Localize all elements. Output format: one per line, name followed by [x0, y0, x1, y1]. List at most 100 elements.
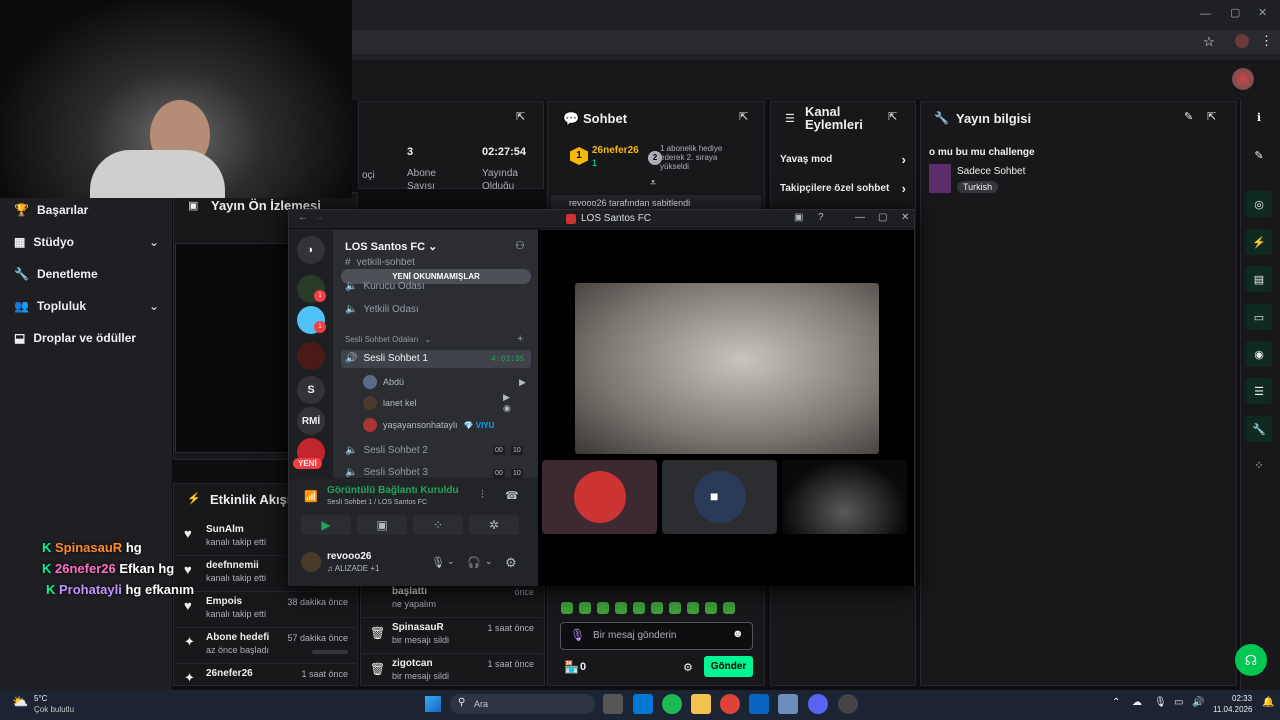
- chrome-icon[interactable]: [720, 694, 740, 714]
- store-icon[interactable]: 🏪: [564, 660, 579, 674]
- microphone-icon[interactable]: 🎙: [431, 556, 445, 569]
- user-avatar[interactable]: [1232, 68, 1254, 90]
- chevron-down-icon[interactable]: ⌄: [447, 556, 455, 567]
- clock-time[interactable]: 02:33: [1232, 694, 1252, 703]
- server-icon[interactable]: RMİ: [297, 407, 325, 435]
- voice-user[interactable]: Abdü ▶: [363, 375, 526, 389]
- help-icon[interactable]: ?: [818, 212, 824, 223]
- current-user-name[interactable]: revooo26: [327, 551, 371, 562]
- modlog-item[interactable]: 🗑 SpinasauR bir mesajı sildi 1 saat önce: [362, 618, 542, 654]
- video-tile[interactable]: [542, 460, 657, 534]
- emote-icon[interactable]: [669, 602, 681, 614]
- microphone-icon[interactable]: 🎙: [1154, 697, 1167, 708]
- server-icon[interactable]: [297, 342, 325, 370]
- activity-item[interactable]: ✦ Abone hedefi az önce başladı 57 dakika ön…: [176, 628, 356, 664]
- video-tile[interactable]: ■: [662, 460, 777, 534]
- popout-icon[interactable]: ⇱: [739, 110, 748, 123]
- add-channel-icon[interactable]: +: [517, 333, 523, 345]
- wrench-icon[interactable]: 🔧: [1246, 416, 1272, 442]
- tray-chevron-icon[interactable]: ⌃: [1112, 697, 1120, 708]
- profile-avatar[interactable]: [1235, 34, 1249, 48]
- channel-item[interactable]: 🔈 Kurucu Odası: [345, 281, 425, 292]
- store-icon[interactable]: [633, 694, 653, 714]
- windows-start-icon[interactable]: [425, 696, 441, 712]
- shortcuts-icon[interactable]: ⁘: [1246, 452, 1272, 478]
- edit-icon[interactable]: ✎: [1184, 110, 1193, 123]
- modlog-item[interactable]: 🗑 zigotcan bir mesajı sildi 1 saat önce: [362, 654, 542, 690]
- activity-item[interactable]: ♥ Empois kanalı takip etti 38 dakika önce: [176, 592, 356, 628]
- screen-share-button[interactable]: ▣: [357, 515, 407, 535]
- app-icon[interactable]: [838, 694, 858, 714]
- voice-user[interactable]: yaşayansonhataylı 💎 VIYU: [363, 418, 494, 432]
- expand-icon[interactable]: ⩡: [650, 177, 656, 190]
- nav-studio[interactable]: ▦ Stüdyo ⌄: [14, 235, 159, 249]
- connection-channel[interactable]: Sesli Sohbet 1 / LOS Santos FC: [327, 499, 427, 506]
- menu-kebab-icon[interactable]: ⋮: [1260, 33, 1273, 49]
- bookmark-star-icon[interactable]: ☆: [1203, 34, 1215, 50]
- connection-status[interactable]: Görüntülü Bağlantı Kuruldu: [327, 485, 459, 496]
- nav-community[interactable]: 👥 Topluluk ⌄: [14, 299, 159, 313]
- channel-item[interactable]: 🔈 Yetkili Odası: [345, 304, 419, 315]
- server-name[interactable]: LOS Santos FC ⌄: [345, 240, 437, 253]
- discord-icon[interactable]: [808, 694, 828, 714]
- emote-icon[interactable]: [615, 602, 627, 614]
- emote-icon[interactable]: [687, 602, 699, 614]
- actions-icon[interactable]: ☰: [1246, 378, 1272, 404]
- address-bar[interactable]: [352, 30, 1280, 54]
- document-icon[interactable]: ▤: [1246, 266, 1272, 292]
- server-icon[interactable]: S: [297, 376, 325, 404]
- nav-moderation[interactable]: 🔧 Denetleme: [14, 267, 159, 281]
- followers-only-row[interactable]: Takipçilere özel sohbet ›: [780, 181, 906, 196]
- edit-icon[interactable]: ✎: [1246, 142, 1272, 168]
- maximize-icon[interactable]: ▢: [878, 212, 887, 223]
- lightning-icon[interactable]: ⚡: [1246, 229, 1272, 255]
- network-icon[interactable]: ▭: [1174, 697, 1183, 708]
- popout-icon[interactable]: ⇱: [516, 110, 525, 123]
- noise-suppression-icon[interactable]: ⫶: [481, 489, 484, 502]
- emote-icon[interactable]: [633, 602, 645, 614]
- gear-icon[interactable]: ⚙: [505, 555, 517, 571]
- popout-icon[interactable]: ⇱: [888, 110, 897, 123]
- activity-item[interactable]: ✦ 26nefer26 1 saat önce: [176, 664, 356, 686]
- emote-picker-icon[interactable]: ☻: [732, 628, 744, 640]
- back-arrow-icon[interactable]: ←: [298, 212, 308, 223]
- discord-home-icon[interactable]: ◗: [297, 236, 325, 264]
- stream-tag[interactable]: Turkish: [957, 181, 999, 193]
- app-icon[interactable]: [778, 694, 798, 714]
- nav-achievements[interactable]: 🏆 Başarılar: [14, 203, 159, 217]
- task-view-icon[interactable]: [603, 694, 623, 714]
- voice-channel[interactable]: 🔈 Sesli Sohbet 2: [345, 445, 428, 456]
- emote-icon[interactable]: [705, 602, 717, 614]
- forward-arrow-icon[interactable]: →: [314, 212, 324, 223]
- gear-icon[interactable]: ⚙: [683, 661, 693, 674]
- tray-app-icon[interactable]: ☁: [1132, 697, 1142, 708]
- taskbar-search[interactable]: [450, 694, 595, 714]
- clock-date[interactable]: 11.04.2026: [1213, 705, 1252, 714]
- volume-icon[interactable]: 🔊: [1192, 697, 1204, 708]
- emote-icon[interactable]: [579, 602, 591, 614]
- microphone-icon[interactable]: 🎙: [570, 628, 585, 642]
- channel-category[interactable]: Sesli Sohbet Odaları ⌄: [345, 335, 431, 344]
- inbox-icon[interactable]: ▣: [794, 212, 803, 223]
- info-icon[interactable]: ℹ: [1246, 104, 1272, 130]
- voice-user[interactable]: lanet kel ▶ ◉: [363, 392, 511, 413]
- broadcast-icon[interactable]: ◉: [1246, 341, 1272, 367]
- emote-icon[interactable]: [723, 602, 735, 614]
- stream-category[interactable]: Sadece Sohbet: [957, 166, 1025, 177]
- notification-icon[interactable]: 🔔: [1262, 697, 1274, 708]
- video-main-tile[interactable]: [575, 283, 879, 454]
- weather-icon[interactable]: ⛅: [12, 694, 28, 710]
- hype-user[interactable]: 26nefer26: [592, 145, 639, 156]
- minimize-icon[interactable]: —: [1200, 8, 1211, 20]
- channel-item[interactable]: # yetkili-sohbet: [345, 258, 415, 266]
- help-button[interactable]: ☊: [1235, 644, 1267, 676]
- maximize-icon[interactable]: ▢: [1230, 6, 1240, 19]
- add-member-icon[interactable]: ⚇: [515, 239, 525, 252]
- spotify-icon[interactable]: [662, 694, 682, 714]
- modlog-item[interactable]: başlattı ne yapalım önce: [362, 582, 542, 618]
- emote-icon[interactable]: [597, 602, 609, 614]
- emote-icon[interactable]: [561, 602, 573, 614]
- mail-icon[interactable]: [749, 694, 769, 714]
- activities-button[interactable]: ⁘: [413, 515, 463, 535]
- camera-button[interactable]: ▶: [301, 515, 351, 535]
